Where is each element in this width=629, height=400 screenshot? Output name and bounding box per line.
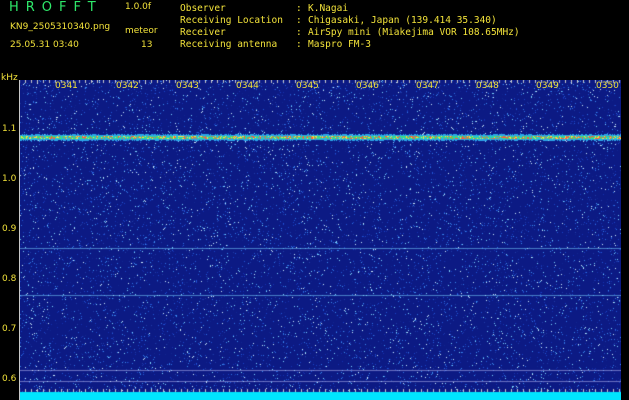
x-tick-label: 0342 — [116, 81, 139, 91]
x-tick-label: 0343 — [176, 81, 199, 91]
y-tick-label: 1.1 — [2, 124, 17, 134]
y-tick-label: 0.8 — [2, 274, 17, 284]
info-sep: : — [296, 3, 302, 14]
info-row-observer: Observer: K.Nagai — [180, 3, 348, 14]
x-tick-label: 0348 — [476, 81, 499, 91]
info-value: Chigasaki, Japan (139.414 35.340) — [308, 15, 497, 26]
info-value: Maspro FM-3 — [308, 39, 371, 50]
spectrogram-canvas — [19, 80, 621, 400]
x-tick-label: 0346 — [356, 81, 379, 91]
meteor-label: meteor — [125, 26, 158, 36]
info-sep: : — [296, 27, 302, 38]
spectrogram-plot — [19, 80, 621, 400]
app-title: HROFFT — [9, 0, 103, 15]
info-key: Receiving Location — [180, 15, 283, 26]
header-panel: HROFFT 1.0.0f KN9_2505310340.png meteor … — [0, 0, 629, 75]
info-value: K.Nagai — [308, 3, 349, 14]
x-tick-label: 0345 — [296, 81, 319, 91]
info-key: Receiving antenna — [180, 39, 278, 50]
info-row-location: Receiving Location: Chigasaki, Japan (139… — [180, 15, 497, 26]
y-tick-label: 0.7 — [2, 324, 17, 334]
x-tick-label: 0344 — [236, 81, 259, 91]
x-tick-label: 0341 — [55, 81, 78, 91]
x-tick-label: 0347 — [416, 81, 439, 91]
meteor-count: 13 — [141, 40, 153, 50]
y-tick-label: 0.9 — [2, 224, 17, 234]
x-tick-label: 0349 — [536, 81, 559, 91]
y-axis-line — [19, 80, 20, 400]
info-value: AirSpy mini (Miakejima VOR 108.65MHz) — [308, 27, 520, 38]
y-tick-label: 0.6 — [2, 374, 17, 384]
y-unit-label: kHz — [1, 73, 18, 83]
datetime-label: 25.05.31 03:40 — [10, 40, 79, 50]
info-row-antenna: Receiving antenna: Maspro FM-3 — [180, 39, 371, 50]
info-key: Observer — [180, 3, 226, 14]
info-sep: : — [296, 39, 302, 50]
info-key: Receiver — [180, 27, 226, 38]
version-label: 1.0.0f — [125, 2, 152, 12]
info-row-receiver: Receiver: AirSpy mini (Miakejima VOR 108.… — [180, 27, 520, 38]
x-tick-label: 0350 — [596, 81, 619, 91]
info-sep: : — [296, 15, 302, 26]
y-tick-label: 1.0 — [2, 174, 17, 184]
filename-label: KN9_2505310340.png — [10, 22, 111, 32]
